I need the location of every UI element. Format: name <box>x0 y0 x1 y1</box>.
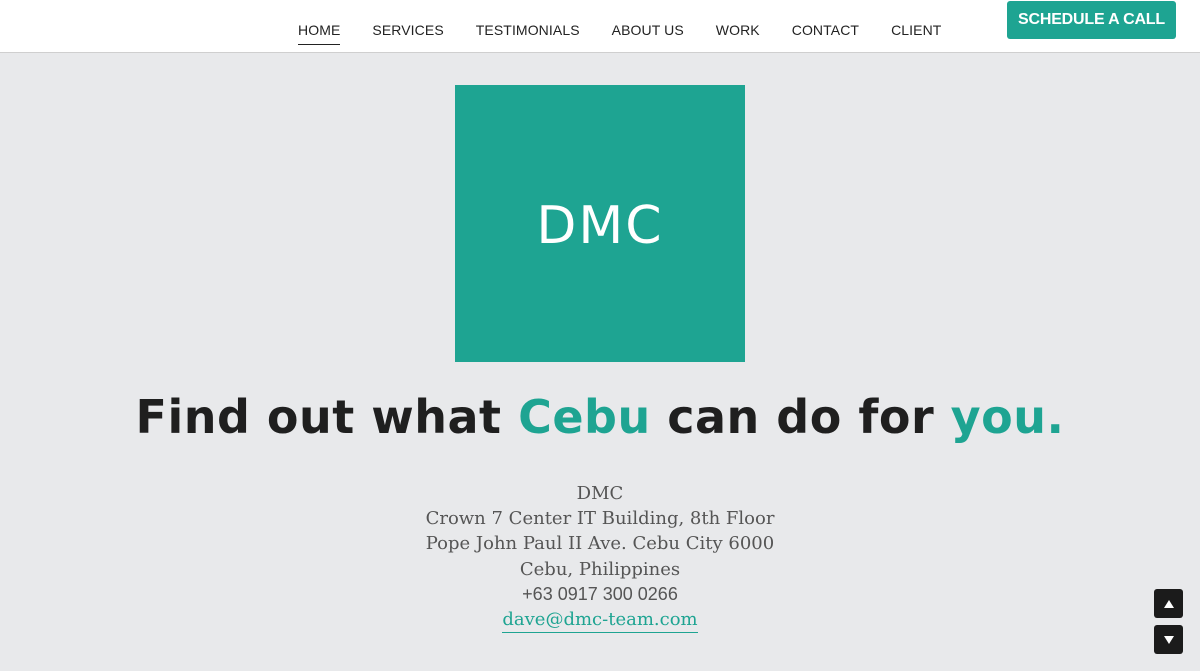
scroll-up-button[interactable] <box>1154 589 1183 618</box>
headline-part-1: Find out what <box>135 390 519 444</box>
address-line-2: Pope John Paul II Ave. Cebu City 6000 <box>425 533 775 555</box>
address-line-1: Crown 7 Center IT Building, 8th Floor <box>425 508 775 530</box>
nav-item-contact[interactable]: CONTACT <box>776 21 875 45</box>
email-link[interactable]: dave@dmc-team.com <box>502 609 698 634</box>
headline-accent-you: you. <box>950 390 1065 444</box>
top-bar: HOME SERVICES TESTIMONIALS ABOUT US WORK… <box>0 0 1200 53</box>
headline: Find out what Cebu can do for you. <box>0 390 1200 444</box>
nav-item-home[interactable]: HOME <box>282 21 356 45</box>
scroll-down-button[interactable] <box>1154 625 1183 654</box>
logo-text: DMC <box>536 195 664 256</box>
schedule-call-button[interactable]: SCHEDULE A CALL <box>1007 1 1176 39</box>
phone-number: +63 0917 300 0266 <box>522 583 678 604</box>
nav-item-work[interactable]: WORK <box>700 21 776 45</box>
contact-address: DMC Crown 7 Center IT Building, 8th Floo… <box>0 481 1200 634</box>
headline-part-2: can do for <box>650 390 951 444</box>
nav-item-services[interactable]: SERVICES <box>356 21 459 45</box>
nav-item-about-us[interactable]: ABOUT US <box>596 21 700 45</box>
main-nav: HOME SERVICES TESTIMONIALS ABOUT US WORK… <box>282 21 957 45</box>
address-line-3: Cebu, Philippines <box>519 558 681 580</box>
dmc-logo: DMC <box>455 85 745 362</box>
triangle-down-icon <box>1163 635 1174 644</box>
company-name: DMC <box>576 483 624 504</box>
nav-item-client[interactable]: CLIENT <box>875 21 957 45</box>
headline-accent-cebu: Cebu <box>518 390 651 444</box>
triangle-up-icon <box>1163 599 1174 608</box>
nav-item-testimonials[interactable]: TESTIMONIALS <box>460 21 596 45</box>
